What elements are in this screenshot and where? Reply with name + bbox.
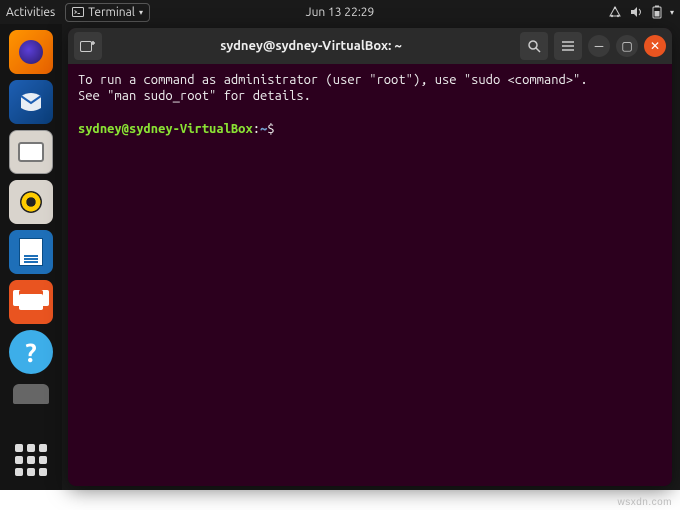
terminal-body[interactable]: To run a command as administrator (user …	[68, 64, 672, 145]
new-tab-icon	[80, 39, 96, 53]
terminal-output-line: See "man sudo_root" for details.	[78, 89, 311, 103]
app-menu[interactable]: Terminal ▾	[65, 3, 150, 22]
dock-firefox[interactable]	[9, 30, 53, 74]
battery-icon	[652, 5, 662, 19]
activities-button[interactable]: Activities	[6, 6, 55, 19]
menu-button[interactable]	[554, 32, 582, 60]
search-button[interactable]	[520, 32, 548, 60]
dock: ?	[0, 24, 62, 490]
dock-files[interactable]	[9, 130, 53, 174]
hamburger-icon	[561, 40, 575, 52]
prompt-colon: :	[253, 122, 260, 136]
dock-writer[interactable]	[9, 230, 53, 274]
terminal-output-line: To run a command as administrator (user …	[78, 73, 588, 87]
network-icon	[608, 6, 622, 18]
volume-icon	[630, 6, 644, 18]
watermark: wsxdn.com	[617, 497, 672, 508]
system-tray[interactable]: ▾	[608, 5, 674, 19]
new-tab-button[interactable]	[74, 32, 102, 60]
maximize-button[interactable]: ▢	[616, 35, 638, 57]
prompt-suffix: $	[267, 122, 282, 136]
titlebar: sydney@sydney-VirtualBox: ~ ─ ▢ ✕	[68, 28, 672, 64]
search-icon	[527, 39, 541, 53]
minimize-button[interactable]: ─	[588, 35, 610, 57]
prompt-user: sydney@sydney-VirtualBox	[78, 122, 253, 136]
close-button[interactable]: ✕	[644, 35, 666, 57]
app-menu-label: Terminal	[88, 6, 135, 19]
dock-thunderbird[interactable]	[9, 80, 53, 124]
clock[interactable]: Jun 13 22:29	[306, 6, 375, 19]
dock-trash[interactable]	[13, 384, 49, 404]
top-bar: Activities Terminal ▾ Jun 13 22:29 ▾	[0, 0, 680, 24]
chevron-down-icon: ▾	[670, 8, 674, 17]
chevron-down-icon: ▾	[139, 8, 143, 17]
window-title: sydney@sydney-VirtualBox: ~	[108, 39, 514, 53]
dock-rhythmbox[interactable]	[9, 180, 53, 224]
terminal-icon	[72, 6, 84, 18]
show-applications[interactable]	[9, 438, 53, 482]
desktop: Activities Terminal ▾ Jun 13 22:29 ▾ ?	[0, 0, 680, 490]
dock-software[interactable]	[9, 280, 53, 324]
dock-help[interactable]: ?	[9, 330, 53, 374]
terminal-window: sydney@sydney-VirtualBox: ~ ─ ▢ ✕ To run…	[68, 28, 672, 486]
